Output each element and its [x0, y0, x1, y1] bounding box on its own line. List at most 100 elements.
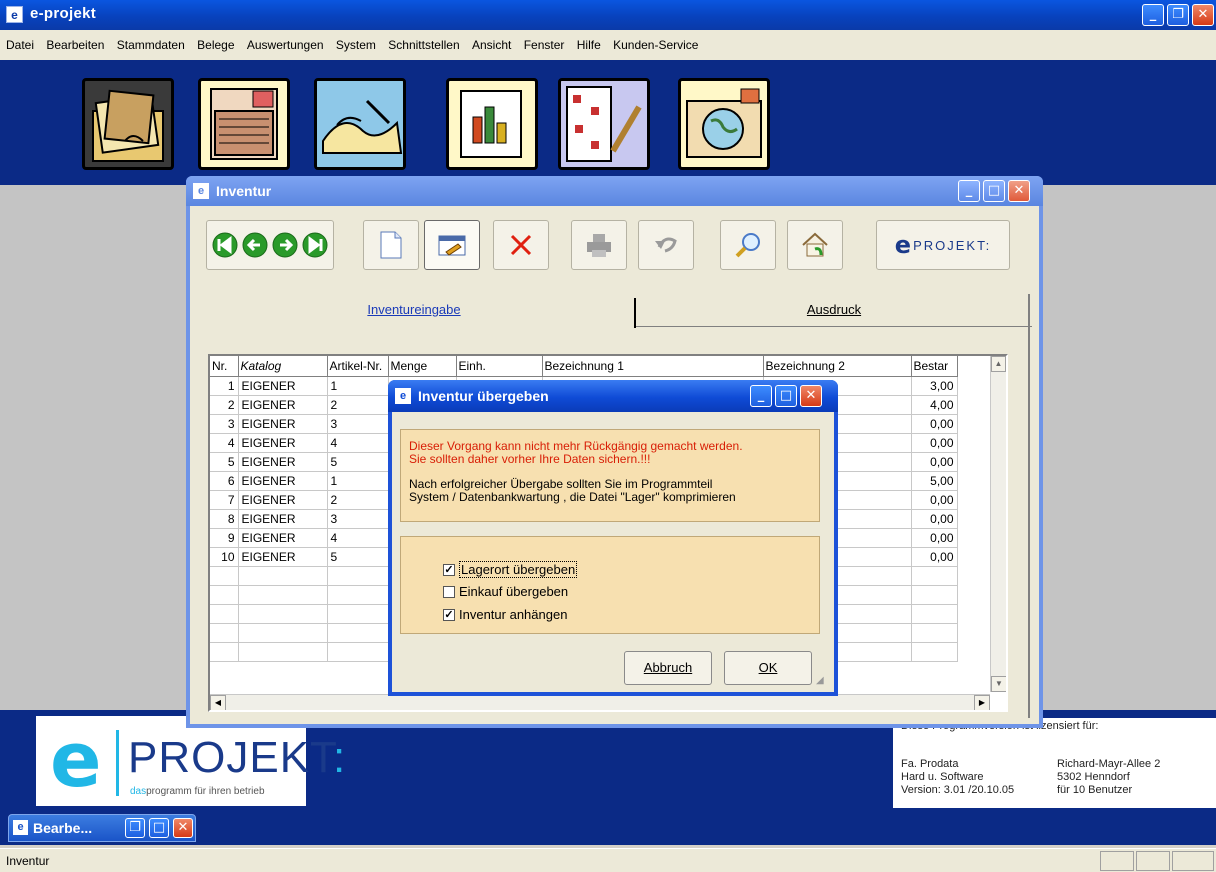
table-cell[interactable]	[911, 566, 958, 586]
table-cell[interactable]: EIGENER	[238, 471, 328, 491]
table-cell[interactable]: 4	[210, 433, 239, 453]
table-cell[interactable]: 2	[327, 490, 389, 510]
table-cell[interactable]: 1	[210, 376, 239, 396]
ok-button[interactable]: OK	[724, 651, 812, 685]
menu-hilfe[interactable]: Hilfe	[577, 30, 601, 60]
last-record-icon[interactable]	[302, 232, 328, 258]
menu-bearbeiten[interactable]: Bearbeiten	[46, 30, 104, 60]
col-bestand[interactable]: Bestar	[911, 356, 958, 377]
table-cell[interactable]: 3	[327, 509, 389, 529]
dialog-maximize-button[interactable]: □	[775, 385, 797, 407]
table-cell[interactable]: EIGENER	[238, 395, 328, 415]
table-cell[interactable]: 2	[327, 395, 389, 415]
menu-fenster[interactable]: Fenster	[524, 30, 565, 60]
table-cell[interactable]	[210, 566, 239, 586]
module-system-button[interactable]	[558, 78, 650, 170]
table-cell[interactable]	[911, 604, 958, 624]
col-bezeichnung-1[interactable]: Bezeichnung 1	[542, 356, 764, 377]
scroll-left-icon[interactable]: ◀	[210, 695, 226, 710]
dialog-close-button[interactable]: ✕	[800, 385, 822, 407]
eprojekt-brand-button[interactable]: e PROJEKT:	[876, 220, 1010, 270]
table-cell[interactable]: 0,00	[911, 414, 958, 434]
table-cell[interactable]: EIGENER	[238, 452, 328, 472]
table-cell[interactable]: EIGENER	[238, 433, 328, 453]
first-record-icon[interactable]	[212, 232, 238, 258]
dialog-minimize-button[interactable]: _	[750, 385, 772, 407]
table-cell[interactable]: 9	[210, 528, 239, 548]
menu-datei[interactable]: Datei	[6, 30, 34, 60]
inventur-maximize-button[interactable]: □	[983, 180, 1005, 202]
table-cell[interactable]: 0,00	[911, 509, 958, 529]
table-cell[interactable]: 5	[327, 547, 389, 567]
tab-inventureingabe[interactable]: Inventureingabe	[194, 293, 634, 327]
undo-button[interactable]	[638, 220, 694, 270]
restore-button[interactable]: ❐	[1167, 4, 1189, 26]
vertical-scrollbar[interactable]: ▲ ▼	[990, 356, 1006, 692]
scroll-up-icon[interactable]: ▲	[991, 356, 1006, 372]
home-button[interactable]	[787, 220, 843, 270]
table-cell[interactable]	[210, 604, 239, 624]
checkbox-lagerort-box[interactable]: ✓	[443, 563, 455, 576]
table-cell[interactable]	[911, 585, 958, 605]
tab-ausdruck[interactable]: Ausdruck	[636, 293, 1032, 327]
inventur-minimize-button[interactable]: _	[958, 180, 980, 202]
table-cell[interactable]: 3,00	[911, 376, 958, 396]
table-cell[interactable]: EIGENER	[238, 547, 328, 567]
table-cell[interactable]: EIGENER	[238, 414, 328, 434]
checkbox-inventur-anhaengen-box[interactable]: ✓	[443, 608, 455, 621]
module-auswertungen-button[interactable]	[446, 78, 538, 170]
table-cell[interactable]: 0,00	[911, 547, 958, 567]
checkbox-inventur-anhaengen[interactable]: ✓ Inventur anhängen	[443, 607, 567, 622]
table-cell[interactable]: 0,00	[911, 452, 958, 472]
table-cell[interactable]	[327, 585, 389, 605]
checkbox-einkauf[interactable]: Einkauf übergeben	[443, 584, 568, 599]
menu-schnittstellen[interactable]: Schnittstellen	[388, 30, 459, 60]
checkbox-lagerort[interactable]: ✓ Lagerort übergeben	[443, 561, 578, 578]
menu-system[interactable]: System	[336, 30, 376, 60]
table-cell[interactable]: 2	[210, 395, 239, 415]
search-button[interactable]	[720, 220, 776, 270]
table-cell[interactable]: 1	[327, 471, 389, 491]
table-cell[interactable]: 4,00	[911, 395, 958, 415]
menu-stammdaten[interactable]: Stammdaten	[117, 30, 185, 60]
minimized-window[interactable]: e Bearbe... ❐ □ ✕	[8, 814, 196, 842]
table-cell[interactable]: 7	[210, 490, 239, 510]
minimized-close-button[interactable]: ✕	[173, 818, 193, 838]
edit-button[interactable]	[424, 220, 480, 270]
cancel-button[interactable]: Abbruch	[624, 651, 712, 685]
table-cell[interactable]: 10	[210, 547, 239, 567]
inventur-title-bar[interactable]: e Inventur _ □ ✕	[186, 176, 1043, 206]
table-cell[interactable]	[327, 604, 389, 624]
table-cell[interactable]	[327, 566, 389, 586]
table-cell[interactable]: 6	[210, 471, 239, 491]
table-cell[interactable]: 1	[327, 376, 389, 396]
minimize-button[interactable]: _	[1142, 4, 1164, 26]
module-belege-button[interactable]	[198, 78, 290, 170]
table-cell[interactable]: 8	[210, 509, 239, 529]
next-record-icon[interactable]	[272, 232, 298, 258]
col-bezeichnung-2[interactable]: Bezeichnung 2	[763, 356, 912, 377]
table-cell[interactable]: 0,00	[911, 528, 958, 548]
table-cell[interactable]	[238, 623, 328, 643]
module-artikel-button[interactable]	[314, 78, 406, 170]
table-cell[interactable]	[238, 642, 328, 662]
horizontal-scrollbar[interactable]: ◀ ▶	[210, 694, 990, 710]
table-cell[interactable]: 3	[210, 414, 239, 434]
module-internet-button[interactable]	[678, 78, 770, 170]
previous-record-icon[interactable]	[242, 232, 268, 258]
table-cell[interactable]: 0,00	[911, 490, 958, 510]
resize-grip-icon[interactable]: ◢	[816, 674, 830, 688]
checkbox-einkauf-box[interactable]	[443, 585, 455, 598]
table-cell[interactable]	[210, 642, 239, 662]
minimized-restore-button[interactable]: ❐	[125, 818, 145, 838]
table-cell[interactable]	[327, 642, 389, 662]
table-cell[interactable]: EIGENER	[238, 509, 328, 529]
print-button[interactable]	[571, 220, 627, 270]
col-nr[interactable]: Nr.	[210, 356, 239, 377]
col-menge[interactable]: Menge	[388, 356, 457, 377]
table-cell[interactable]: 4	[327, 433, 389, 453]
table-cell[interactable]	[238, 604, 328, 624]
menu-auswertungen[interactable]: Auswertungen	[247, 30, 324, 60]
table-cell[interactable]: 0,00	[911, 433, 958, 453]
close-button[interactable]: ✕	[1192, 4, 1214, 26]
